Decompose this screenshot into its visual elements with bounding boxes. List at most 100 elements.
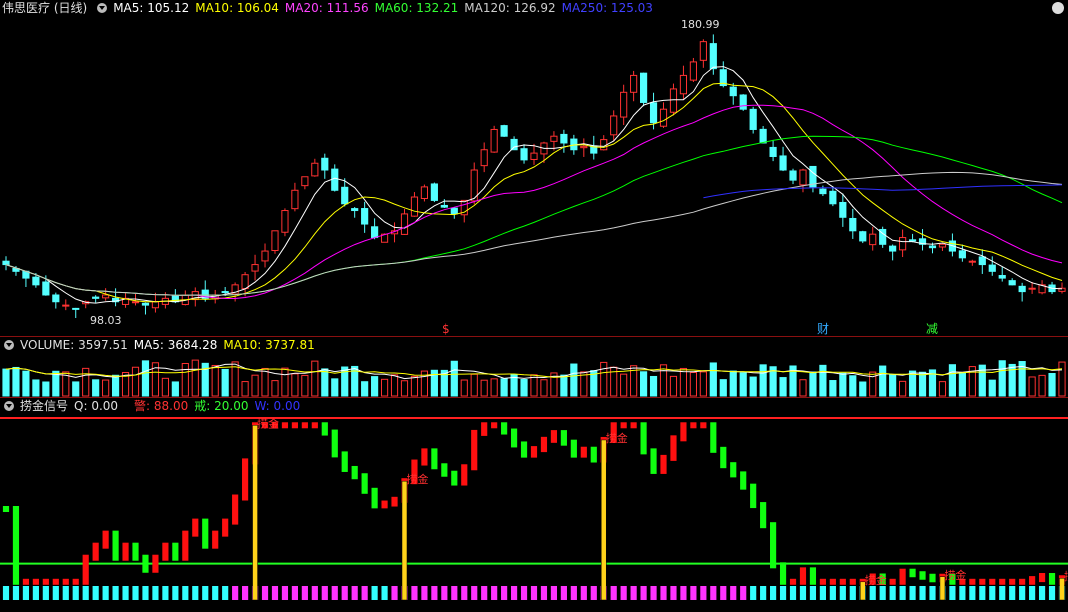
bottom-signal-stripe (62, 586, 69, 600)
candle-body (281, 210, 289, 233)
oscillator-bar (670, 435, 677, 461)
candle-body (560, 133, 568, 144)
bottom-signal-stripe (520, 586, 528, 600)
bottom-signal-stripe (889, 586, 896, 600)
candle-body (371, 226, 379, 239)
bottom-signal-stripe (421, 586, 428, 600)
volume-bar (450, 360, 458, 397)
bottom-signal-stripe (12, 586, 20, 600)
bottom-signal-stripe (351, 586, 358, 600)
volume-bar (12, 366, 20, 397)
volume-bar (181, 362, 189, 397)
volume-bar (82, 367, 90, 397)
volume-bar (291, 373, 299, 397)
bottom-signal-stripe (2, 586, 10, 600)
oscillator-bar (461, 464, 468, 486)
volume-bar (380, 378, 389, 397)
candle-body (131, 301, 140, 304)
volume-bar (72, 381, 80, 397)
volume-bar (709, 362, 717, 397)
oscillator-bar (491, 422, 498, 429)
volume-bar (938, 381, 947, 397)
bottom-signal-stripe (670, 586, 677, 600)
candle-body (361, 208, 369, 225)
oscillator-bar (291, 422, 298, 429)
volume-bar (281, 367, 289, 397)
volume-bar (500, 378, 508, 397)
candle-body (899, 237, 907, 251)
candle-body (689, 61, 697, 81)
oscillator-bar (530, 446, 538, 458)
candle-body (709, 43, 717, 70)
bottom-signal-stripe (700, 586, 707, 600)
volume-bar (480, 379, 488, 397)
bottom-signal-stripe (779, 586, 787, 600)
volume-bar (32, 379, 40, 397)
candle-body (151, 301, 160, 309)
candle-body (669, 88, 678, 113)
oscillator-bar (32, 578, 39, 585)
bottom-signal-stripe (969, 586, 976, 600)
candle-body (500, 125, 508, 137)
bottom-signal-stripe (122, 586, 129, 600)
oscillator-bar (182, 530, 189, 561)
bottom-signal-stripe (959, 586, 966, 600)
oscillator-bar (590, 446, 597, 463)
signal-bar (600, 439, 607, 601)
bottom-signal-stripe (102, 586, 109, 600)
oscillator-bar (22, 578, 30, 585)
bottom-signal-stripe (192, 586, 199, 600)
signal-label: 捞金 (944, 568, 966, 582)
bottom-signal-stripe (1009, 586, 1016, 600)
volume-bar (689, 372, 697, 397)
bottom-signal-stripe (132, 586, 139, 600)
oscillator-bar (192, 518, 199, 537)
oscillator-bar (889, 578, 896, 585)
bottom-signal-stripe (491, 586, 498, 600)
candle-body (749, 108, 757, 130)
candle-body (938, 243, 947, 248)
bottom-signal-stripe (82, 586, 89, 600)
bottom-signal-stripe (301, 586, 308, 600)
volume-bar (749, 376, 757, 397)
ma20-line (5, 104, 1063, 299)
oscillator-bar (650, 448, 657, 474)
oscillator-bar (331, 429, 338, 458)
bottom-signal-stripe (242, 586, 249, 600)
candle-body (739, 94, 747, 110)
volume-bar (799, 379, 807, 397)
oscillator-bar (471, 429, 478, 471)
candle-body (829, 190, 837, 205)
oscillator-bar (899, 568, 906, 585)
volume-bar (699, 371, 707, 397)
chart-canvas[interactable]: 180.99 98.03 $ 财 减 捞金捞金捞金捞金捞金捞金 (0, 0, 1068, 612)
volume-bar (1058, 361, 1066, 397)
candle-body (420, 186, 429, 199)
oscillator-bar (740, 471, 747, 490)
candle-body (530, 152, 538, 160)
oscillator-bar (680, 422, 687, 442)
volume-bar (849, 375, 857, 397)
bottom-signal-stripe (212, 586, 219, 600)
candle-body (341, 186, 349, 205)
volume-bar (141, 360, 150, 397)
candle-body (799, 169, 807, 186)
oscillator-bar (42, 578, 49, 585)
oscillator-bar (720, 446, 727, 469)
candle-body (42, 281, 50, 296)
bottom-signal-stripe (590, 586, 597, 600)
volume-bar (311, 360, 319, 397)
oscillator-bar (112, 530, 119, 561)
oscillator-bar (1048, 573, 1056, 585)
bottom-signal-stripe (42, 586, 49, 600)
candle-body (779, 155, 787, 171)
bottom-signal-stripe (431, 586, 438, 600)
signal-label: 捞金 (257, 416, 279, 430)
oscillator-bar (999, 578, 1006, 585)
candle-body (550, 135, 558, 142)
oscillator-bar (640, 422, 647, 455)
volume-bar (191, 359, 199, 397)
bottom-signal-stripe (271, 586, 279, 600)
oscillator-bar (361, 473, 368, 494)
signal-label: 捞金 (865, 573, 887, 587)
